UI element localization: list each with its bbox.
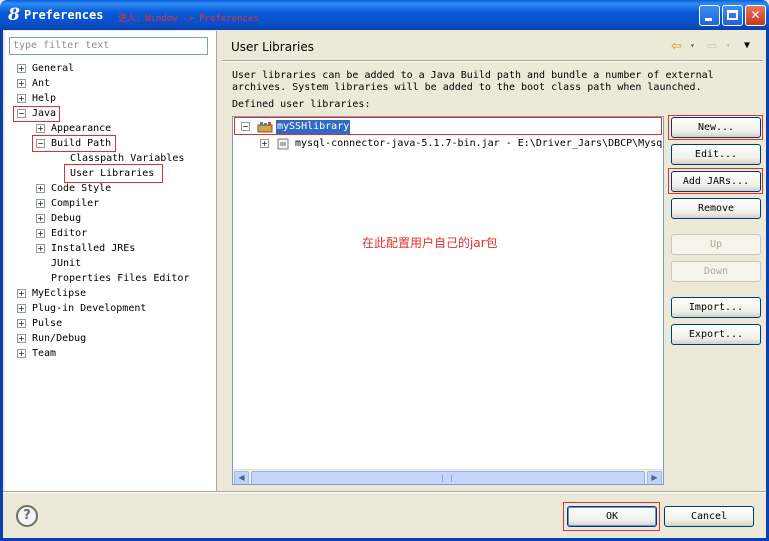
tree-item-label: Build Path [51, 138, 112, 149]
tree-item-label: Pulse [32, 318, 63, 329]
title-annotation: 进入：Window -> Preferences [118, 14, 259, 24]
library-name-selected[interactable]: mySSHlibrary [276, 120, 351, 134]
tree-item-label: Run/Debug [32, 333, 87, 344]
tree-item-label: Debug [51, 213, 82, 224]
scrollbar-thumb[interactable] [251, 471, 645, 484]
tree-item-label: Properties Files Editor [51, 273, 190, 284]
horizontal-scrollbar[interactable]: ◀ ▶ [233, 469, 663, 484]
help-icon[interactable]: ? [16, 505, 38, 527]
tree-item-label: Compiler [51, 198, 100, 209]
maximize-icon [727, 10, 738, 20]
view-menu-icon[interactable]: ▼ [744, 40, 750, 51]
minimize-icon [705, 18, 712, 21]
tree-item-label: Ant [32, 78, 51, 89]
tree-item-label: MyEclipse [32, 288, 87, 299]
forward-dropdown-icon[interactable]: ▾ [726, 41, 731, 50]
up-button[interactable]: Up [671, 234, 761, 255]
expand-icon[interactable]: + [17, 289, 26, 298]
expand-icon[interactable]: + [17, 94, 26, 103]
cancel-button[interactable]: Cancel [664, 506, 754, 527]
collapse-icon[interactable]: − [17, 109, 26, 118]
tree-item-label: Installed JREs [51, 243, 136, 254]
expand-icon[interactable]: + [17, 319, 26, 328]
import-button[interactable]: Import... [671, 297, 761, 318]
expand-icon[interactable]: + [260, 139, 269, 148]
expand-icon[interactable]: + [36, 229, 45, 238]
tree-item-label: Code Style [51, 183, 112, 194]
window-title: Preferences [24, 8, 104, 22]
minimize-button[interactable] [699, 5, 720, 26]
export-button[interactable]: Export... [671, 324, 761, 345]
tree-item-label: Help [32, 93, 57, 104]
collapse-icon[interactable]: − [36, 139, 45, 148]
expand-icon[interactable]: + [17, 349, 26, 358]
expand-icon[interactable]: + [36, 124, 45, 133]
expand-icon[interactable]: + [17, 304, 26, 313]
tree-item-label: User Libraries [70, 168, 155, 179]
defined-libraries-label: Defined user libraries: [232, 99, 371, 110]
page-title: User Libraries [231, 40, 314, 54]
expand-icon[interactable]: + [36, 184, 45, 193]
user-libraries-list[interactable]: − mySSHlibrary + mysql-connector-java-5.… [232, 116, 664, 485]
remove-button[interactable]: Remove [671, 198, 761, 219]
new-button[interactable]: New... [671, 117, 761, 138]
down-button[interactable]: Down [671, 261, 761, 282]
back-dropdown-icon[interactable]: ▾ [690, 41, 695, 50]
forward-arrow-icon[interactable]: ⇨ [707, 39, 718, 54]
expand-icon[interactable]: + [17, 79, 26, 88]
scroll-left-icon[interactable]: ◀ [234, 471, 249, 484]
scrollbar-grip-icon [442, 475, 452, 482]
collapse-icon[interactable]: − [241, 122, 250, 131]
tree-item-label: Java [32, 108, 57, 119]
annotation-text: 在此配置用户自己的jar包 [362, 236, 498, 250]
expand-icon[interactable]: + [36, 244, 45, 253]
tree-item-label: General [32, 63, 75, 74]
expand-icon[interactable]: + [36, 214, 45, 223]
tree-item-label: Plug-in Development [32, 303, 147, 314]
tree-item-label: Classpath Variables [70, 153, 185, 164]
close-icon: ✕ [750, 8, 761, 22]
scroll-right-icon[interactable]: ▶ [647, 471, 662, 484]
close-button[interactable]: ✕ [745, 5, 766, 26]
maximize-button[interactable] [722, 5, 743, 26]
tree-item-label: Team [32, 348, 57, 359]
expand-icon[interactable]: + [36, 199, 45, 208]
back-arrow-icon[interactable]: ⇦ [671, 39, 682, 54]
library-icon [257, 122, 273, 133]
tree-item-label: Editor [51, 228, 88, 239]
tree-item-label: JUnit [51, 258, 82, 269]
expand-icon[interactable]: + [17, 334, 26, 343]
title-bar: 8 Preferences 进入：Window -> Preferences ✕ [0, 0, 769, 30]
bottom-separator [3, 491, 766, 493]
edit-button[interactable]: Edit... [671, 144, 761, 165]
expand-icon[interactable]: + [17, 64, 26, 73]
jar-icon [277, 138, 289, 150]
title-separator [222, 60, 763, 62]
add-jars-button[interactable]: Add JARs... [671, 171, 761, 192]
filter-input[interactable]: type filter text [9, 37, 208, 55]
jar-path-label: mysql-connector-java-5.1.7-bin.jar - E:\… [295, 138, 664, 149]
page-description: User libraries can be added to a Java Bu… [232, 70, 714, 93]
ok-button[interactable]: OK [567, 506, 657, 527]
eclipse-app-icon: 8 [8, 5, 20, 25]
tree-item-label: Appearance [51, 123, 112, 134]
